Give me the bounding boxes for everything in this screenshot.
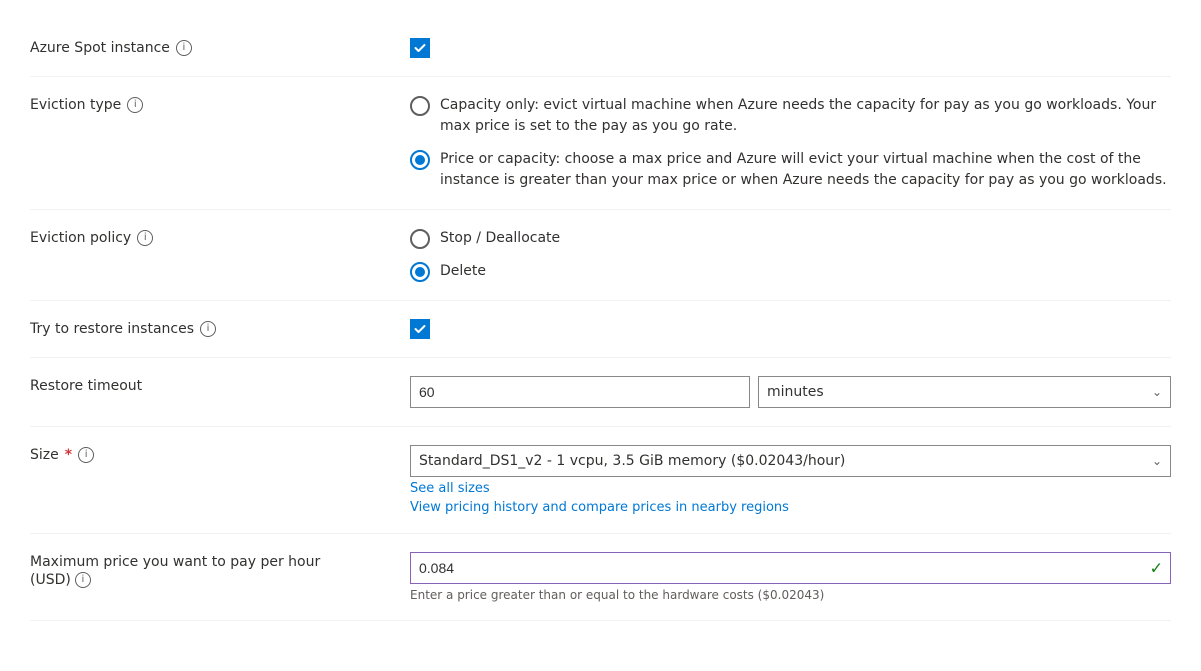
eviction-type-option-capacity-only[interactable]: Capacity only: evict virtual machine whe… <box>410 95 1171 137</box>
azure-spot-instance-label: Azure Spot instance i <box>30 38 410 56</box>
azure-spot-instance-checkbox[interactable] <box>410 38 430 58</box>
restore-timeout-unit-dropdown[interactable]: minutes ⌄ <box>758 376 1171 408</box>
checkmark-icon <box>414 42 426 54</box>
restore-timeout-label: Restore timeout <box>30 376 410 394</box>
max-price-input[interactable] <box>410 552 1171 584</box>
size-row: Size * i Standard_DS1_v2 - 1 vcpu, 3.5 G… <box>30 427 1171 534</box>
max-price-label-text: Maximum price you want to pay per hour <box>30 554 320 570</box>
restore-timeout-row: Restore timeout minutes ⌄ <box>30 358 1171 427</box>
max-price-valid-check-icon: ✓ <box>1150 559 1163 578</box>
azure-spot-instance-info-icon[interactable]: i <box>176 40 192 56</box>
size-chevron-icon: ⌄ <box>1152 454 1162 468</box>
try-restore-label: Try to restore instances i <box>30 319 410 337</box>
eviction-policy-option-delete[interactable]: Delete <box>410 261 1171 282</box>
max-price-label-usd-row: (USD) i <box>30 572 320 588</box>
azure-spot-instance-control <box>410 38 1171 58</box>
eviction-policy-row: Eviction policy i Stop / Deallocate Dele… <box>30 210 1171 301</box>
restore-timeout-unit-value: minutes <box>767 384 824 400</box>
eviction-policy-radio-stop[interactable] <box>410 229 430 249</box>
eviction-type-radio-group: Capacity only: evict virtual machine whe… <box>410 95 1171 191</box>
eviction-type-label-text: Eviction type <box>30 97 121 113</box>
view-pricing-history-link[interactable]: View pricing history and compare prices … <box>410 500 1171 515</box>
eviction-policy-radio-group: Stop / Deallocate Delete <box>410 228 1171 282</box>
max-price-usd-text: (USD) <box>30 572 71 588</box>
eviction-policy-label: Eviction policy i <box>30 228 410 246</box>
eviction-type-control: Capacity only: evict virtual machine whe… <box>410 95 1171 191</box>
restore-timeout-chevron-icon: ⌄ <box>1152 385 1162 399</box>
eviction-type-row: Eviction type i Capacity only: evict vir… <box>30 77 1171 210</box>
eviction-type-radio-inner <box>415 155 425 165</box>
eviction-type-radio-capacity-only[interactable] <box>410 96 430 116</box>
eviction-policy-radio-inner <box>415 267 425 277</box>
max-price-label: Maximum price you want to pay per hour (… <box>30 552 410 588</box>
try-restore-label-text: Try to restore instances <box>30 321 194 337</box>
eviction-policy-radio-delete[interactable] <box>410 262 430 282</box>
max-price-hint: Enter a price greater than or equal to t… <box>410 588 1171 602</box>
eviction-policy-info-icon[interactable]: i <box>137 230 153 246</box>
max-price-info-icon[interactable]: i <box>75 572 91 588</box>
try-restore-checkbox[interactable] <box>410 319 430 339</box>
eviction-policy-option-stop[interactable]: Stop / Deallocate <box>410 228 1171 249</box>
restore-timeout-inputs: minutes ⌄ <box>410 376 1171 408</box>
azure-spot-instance-label-text: Azure Spot instance <box>30 40 170 56</box>
size-controls: Standard_DS1_v2 - 1 vcpu, 3.5 GiB memory… <box>410 445 1171 515</box>
size-label: Size * i <box>30 445 410 463</box>
size-required-star: * <box>65 447 72 463</box>
size-control: Standard_DS1_v2 - 1 vcpu, 3.5 GiB memory… <box>410 445 1171 515</box>
eviction-type-price-or-capacity-text: Price or capacity: choose a max price an… <box>440 149 1171 191</box>
try-restore-control <box>410 319 1171 339</box>
eviction-policy-label-text: Eviction policy <box>30 230 131 246</box>
try-restore-row: Try to restore instances i <box>30 301 1171 358</box>
eviction-type-option-price-or-capacity[interactable]: Price or capacity: choose a max price an… <box>410 149 1171 191</box>
eviction-type-radio-price-or-capacity[interactable] <box>410 150 430 170</box>
eviction-type-label: Eviction type i <box>30 95 410 113</box>
try-restore-info-icon[interactable]: i <box>200 321 216 337</box>
size-dropdown[interactable]: Standard_DS1_v2 - 1 vcpu, 3.5 GiB memory… <box>410 445 1171 477</box>
azure-spot-instance-row: Azure Spot instance i <box>30 20 1171 77</box>
max-price-control: ✓ Enter a price greater than or equal to… <box>410 552 1171 602</box>
restore-timeout-label-text: Restore timeout <box>30 378 142 394</box>
max-price-input-wrapper: ✓ <box>410 552 1171 584</box>
size-dropdown-value: Standard_DS1_v2 - 1 vcpu, 3.5 GiB memory… <box>419 453 845 469</box>
try-restore-checkmark-icon <box>414 323 426 335</box>
see-all-sizes-link[interactable]: See all sizes <box>410 481 1171 496</box>
eviction-policy-control: Stop / Deallocate Delete <box>410 228 1171 282</box>
restore-timeout-unit-wrapper: minutes ⌄ <box>758 376 1171 408</box>
restore-timeout-input[interactable] <box>410 376 750 408</box>
eviction-type-info-icon[interactable]: i <box>127 97 143 113</box>
max-price-label-multiline: Maximum price you want to pay per hour (… <box>30 554 320 588</box>
max-price-row: Maximum price you want to pay per hour (… <box>30 534 1171 621</box>
eviction-policy-stop-text: Stop / Deallocate <box>440 228 560 249</box>
restore-timeout-control: minutes ⌄ <box>410 376 1171 408</box>
eviction-type-capacity-only-text: Capacity only: evict virtual machine whe… <box>440 95 1171 137</box>
size-info-icon[interactable]: i <box>78 447 94 463</box>
eviction-policy-delete-text: Delete <box>440 261 486 282</box>
size-label-text: Size <box>30 447 59 463</box>
